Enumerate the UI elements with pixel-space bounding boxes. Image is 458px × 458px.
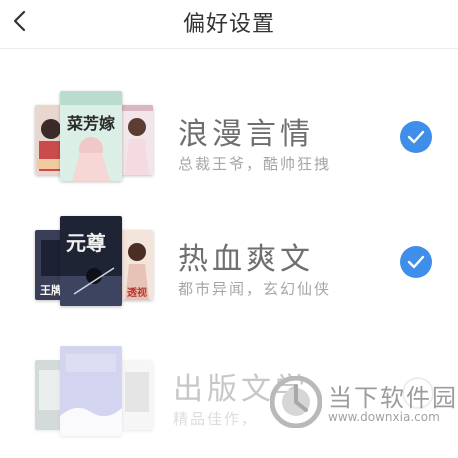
preference-subtitle: 精品佳作， <box>173 410 259 428</box>
book-cover: 透视 <box>121 230 153 300</box>
cover-title-text: 王牌 <box>40 283 62 297</box>
book-covers: 菜芳嫁 <box>35 85 155 185</box>
preference-item-romance[interactable]: 菜芳嫁 浪漫言情 总裁王爷，酷帅狂拽 <box>0 85 458 203</box>
book-cover <box>121 360 153 430</box>
preference-item-action[interactable]: 王牌 透视 元尊 热血爽文 都市异闻，玄幻仙侠 <box>0 210 458 328</box>
unselected-check-toggle[interactable] <box>402 377 434 409</box>
preference-subtitle: 总裁王爷，酷帅狂拽 <box>178 155 332 173</box>
top-bar: 偏好设置 <box>0 0 458 49</box>
book-cover-featured: 菜芳嫁 <box>60 91 122 181</box>
cover-title-text: 元尊 <box>66 231 106 255</box>
selected-check-toggle[interactable] <box>400 246 432 278</box>
preference-subtitle: 都市异闻，玄幻仙侠 <box>178 280 332 298</box>
book-cover <box>121 105 153 175</box>
selected-check-toggle[interactable] <box>400 121 432 153</box>
page-title: 偏好设置 <box>182 12 275 37</box>
preference-item-publishing[interactable]: 出版文学 精品佳作， <box>0 340 458 458</box>
book-cover-featured: 元尊 <box>60 216 122 306</box>
preference-title: 浪漫言情 <box>178 117 314 152</box>
checkmark-icon <box>407 130 425 144</box>
book-cover-featured <box>60 346 122 436</box>
preference-title: 出版文学 <box>173 372 309 407</box>
preference-title: 热血爽文 <box>178 242 314 277</box>
book-covers <box>35 340 155 440</box>
cover-title-text: 透视 <box>127 286 147 299</box>
book-covers: 王牌 透视 元尊 <box>35 210 155 310</box>
checkmark-icon <box>407 255 425 269</box>
cover-title-text: 菜芳嫁 <box>66 114 115 133</box>
